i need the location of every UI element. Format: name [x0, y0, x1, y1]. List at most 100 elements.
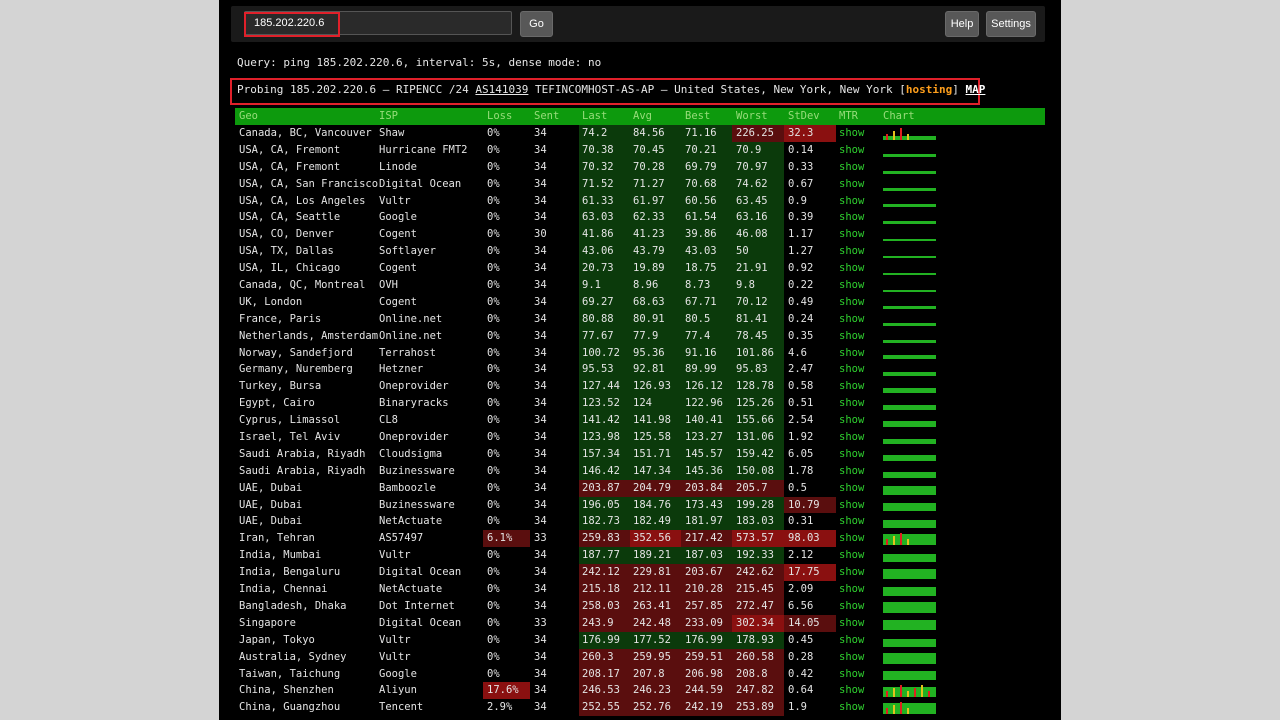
- mtr-show-link[interactable]: show: [839, 463, 879, 480]
- mtr-show-link[interactable]: show: [839, 497, 879, 514]
- mtr-show-link[interactable]: show: [839, 142, 879, 159]
- cell-last: 43.06: [579, 243, 630, 261]
- cell-isp: Cogent: [379, 295, 417, 308]
- cell-sent: 34: [534, 701, 547, 714]
- cell-stdev: 2.47: [788, 363, 814, 376]
- latency-chart: [883, 176, 937, 193]
- header-geo[interactable]: Geo: [239, 108, 379, 125]
- settings-button[interactable]: Settings: [986, 11, 1036, 37]
- mtr-show-link[interactable]: show: [839, 699, 879, 716]
- header-worst[interactable]: Worst: [732, 108, 784, 125]
- mtr-show-link[interactable]: show: [839, 294, 879, 311]
- cell-avg: 189.21: [630, 547, 681, 565]
- mtr-show-link[interactable]: show: [839, 311, 879, 328]
- mtr-show-link[interactable]: show: [839, 480, 879, 497]
- cell-best: 60.56: [681, 192, 732, 210]
- cell-avg: 8.96: [630, 277, 681, 294]
- table-row: UAE, Dubai Bamboozle 0% 34 203.87 204.79 203.8…: [235, 479, 1045, 497]
- mtr-show-link[interactable]: show: [839, 378, 879, 395]
- table-row: India, Bengaluru Digital Ocean 0% 34 242.12 2…: [235, 564, 1045, 582]
- latency-chart: [883, 226, 937, 243]
- mtr-show-link[interactable]: show: [839, 395, 879, 412]
- cell-best: 145.57: [681, 445, 732, 463]
- table-row: UAE, Dubai Buzinessware 0% 34 196.05 184.76 17…: [235, 496, 1045, 514]
- cell-avg: 242.48: [630, 614, 681, 632]
- header-avg[interactable]: Avg: [630, 108, 681, 125]
- mtr-show-link[interactable]: show: [839, 176, 879, 193]
- cell-stdev: 2.54: [788, 414, 814, 427]
- cell-geo: India, Mumbai: [239, 549, 322, 562]
- mtr-show-link[interactable]: show: [839, 632, 879, 649]
- header-sent[interactable]: Sent: [530, 108, 577, 125]
- header-loss[interactable]: Loss: [483, 108, 530, 125]
- header-best[interactable]: Best: [681, 108, 732, 125]
- cell-best: 173.43: [681, 496, 732, 514]
- mtr-show-link[interactable]: show: [839, 277, 879, 294]
- map-link[interactable]: MAP: [966, 83, 986, 96]
- latency-bar: [883, 355, 936, 360]
- cell-worst: 78.45: [732, 327, 784, 345]
- go-button[interactable]: Go: [520, 11, 553, 37]
- cell-stdev: 32.3: [784, 125, 836, 142]
- mtr-show-link[interactable]: show: [839, 581, 879, 598]
- cell-stdev: 10.79: [784, 496, 836, 514]
- mtr-show-link[interactable]: show: [839, 209, 879, 226]
- header-isp[interactable]: ISP: [379, 108, 483, 125]
- mtr-show-link[interactable]: show: [839, 429, 879, 446]
- mtr-show-link[interactable]: show: [839, 446, 879, 463]
- search-input[interactable]: [244, 11, 512, 35]
- header-stdev[interactable]: StDev: [784, 108, 836, 125]
- as-number-link[interactable]: AS141039: [475, 83, 528, 96]
- cell-last: 242.12: [579, 564, 630, 582]
- mtr-show-link[interactable]: show: [839, 328, 879, 345]
- cell-loss: 2.9%: [487, 701, 513, 714]
- cell-isp: Binaryracks: [379, 397, 449, 410]
- latency-bar: [883, 339, 936, 343]
- mtr-show-link[interactable]: show: [839, 361, 879, 378]
- mtr-show-link[interactable]: show: [839, 412, 879, 429]
- cell-best: 181.97: [681, 513, 732, 531]
- cell-worst: 272.47: [732, 597, 784, 615]
- help-button[interactable]: Help: [945, 11, 979, 37]
- mtr-show-link[interactable]: show: [839, 547, 879, 564]
- mtr-show-link[interactable]: show: [839, 260, 879, 277]
- cell-avg: 92.81: [630, 361, 681, 379]
- mtr-show-link[interactable]: show: [839, 564, 879, 581]
- latency-chart: [883, 547, 937, 564]
- cell-loss: 0%: [487, 228, 500, 241]
- cell-last: 77.67: [579, 327, 630, 345]
- mtr-show-link[interactable]: show: [839, 682, 879, 699]
- cell-geo: Canada, QC, Montreal: [239, 279, 366, 292]
- mtr-show-link[interactable]: show: [839, 226, 879, 243]
- probe-summary: Probing 185.202.220.6 — RIPENCC /24 AS14…: [237, 83, 985, 96]
- cell-last: 157.34: [579, 445, 630, 463]
- cell-avg: 70.45: [630, 141, 681, 159]
- cell-stdev: 0.45: [788, 633, 814, 646]
- cell-worst: 573.57: [732, 530, 784, 548]
- cell-avg: 147.34: [630, 462, 681, 480]
- mtr-show-link[interactable]: show: [839, 666, 879, 683]
- cell-geo: France, Paris: [239, 312, 322, 325]
- mtr-show-link[interactable]: show: [839, 598, 879, 615]
- mtr-show-link[interactable]: show: [839, 193, 879, 210]
- mtr-show-link[interactable]: show: [839, 159, 879, 176]
- spike-mark: [914, 688, 916, 698]
- latency-chart: [883, 395, 937, 412]
- mtr-show-link[interactable]: show: [839, 513, 879, 530]
- header-last[interactable]: Last: [579, 108, 630, 125]
- cell-best: 71.16: [681, 125, 732, 142]
- latency-bar: [883, 503, 936, 512]
- table-row: China, Shenzhen Aliyun 17.6% 34 246.53 246.23…: [235, 682, 1045, 700]
- cell-sent: 34: [534, 127, 547, 139]
- cell-sent: 34: [534, 515, 547, 528]
- mtr-show-link[interactable]: show: [839, 615, 879, 632]
- cell-avg: 212.11: [630, 581, 681, 598]
- mtr-show-link[interactable]: show: [839, 530, 879, 547]
- mtr-show-link[interactable]: show: [839, 125, 879, 142]
- mtr-show-link[interactable]: show: [839, 345, 879, 362]
- spike-mark: [900, 127, 902, 140]
- mtr-show-link[interactable]: show: [839, 243, 879, 260]
- table-row: UK, London Cogent 0% 34 69.27 68.63 67.71 70.12…: [235, 293, 1045, 311]
- mtr-show-link[interactable]: show: [839, 649, 879, 666]
- cell-last: 203.87: [579, 479, 630, 497]
